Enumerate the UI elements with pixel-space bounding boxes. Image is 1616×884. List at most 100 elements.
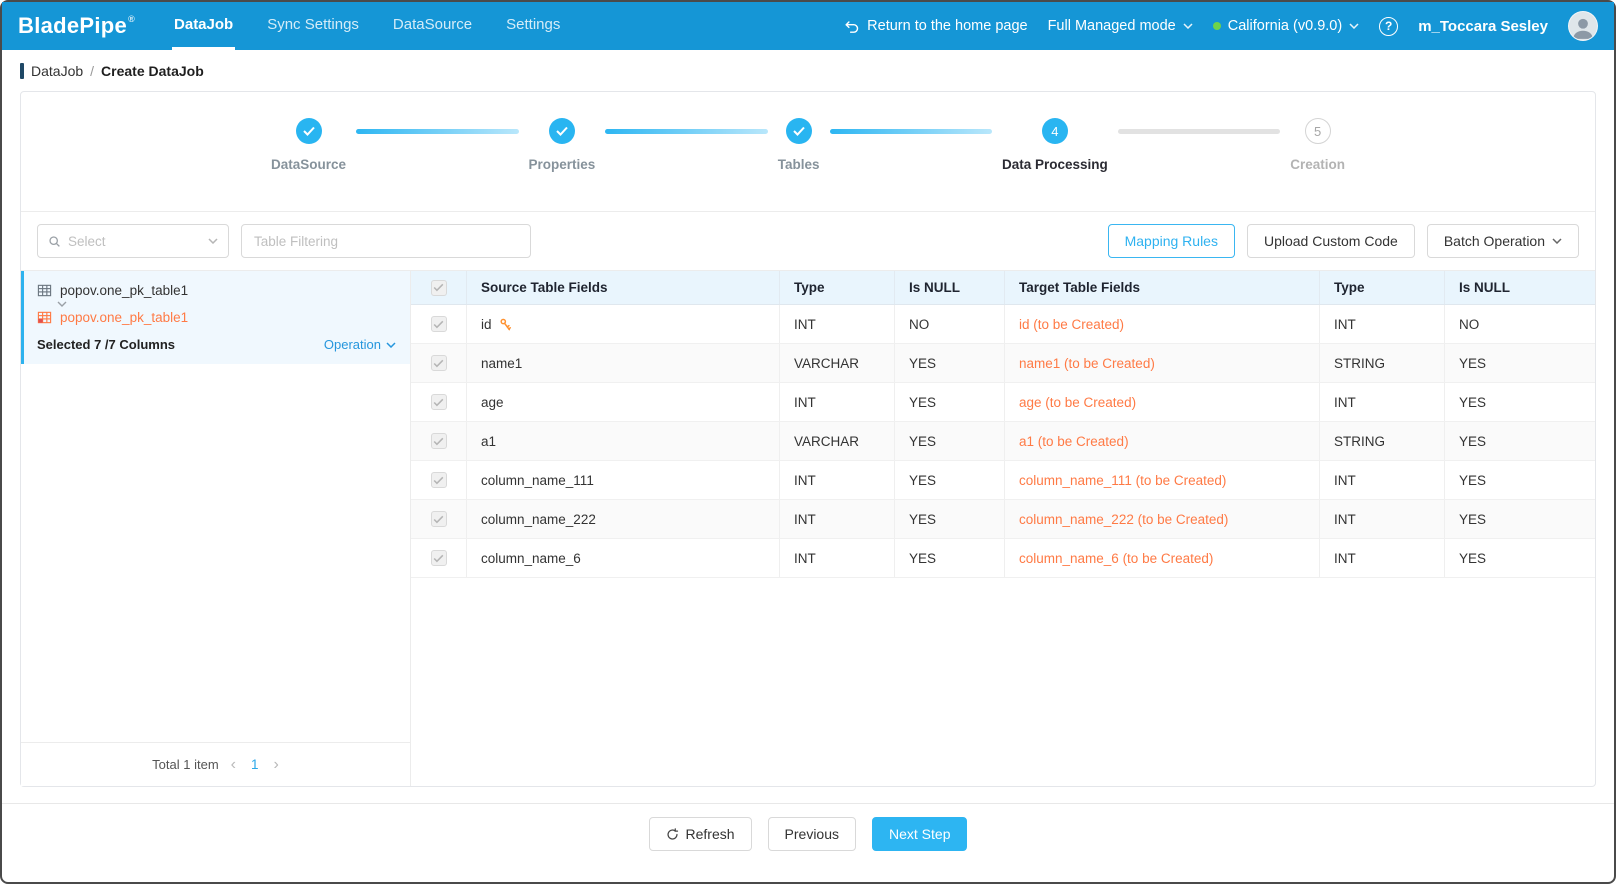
region-label: California (v0.9.0) (1228, 18, 1342, 34)
source-field-name: column_name_111 (481, 473, 594, 488)
wizard-footer: Refresh Previous Next Step (2, 804, 1614, 864)
row-checkbox[interactable] (431, 433, 447, 449)
pagination-next-icon[interactable]: › (274, 757, 279, 773)
region-dropdown[interactable]: California (v0.9.0) (1213, 18, 1359, 34)
return-icon (844, 19, 860, 34)
step-connector (356, 129, 518, 134)
target-field-isnull: YES (1445, 461, 1595, 499)
username[interactable]: m_Toccara Sesley (1418, 18, 1548, 35)
refresh-icon (666, 828, 679, 841)
step-connector (1118, 129, 1280, 134)
brand-logo[interactable]: BladePipe® (18, 13, 134, 39)
target-field-isnull: NO (1445, 305, 1595, 343)
table-row: column_name_6 INT YES column_name_6 (to … (411, 539, 1595, 578)
table-toolbar: Select Mapping Rules Upload Custom Code … (21, 212, 1595, 270)
source-field-name: column_name_222 (481, 512, 596, 527)
header-source-fields: Source Table Fields (467, 271, 780, 304)
table-filtering-input[interactable] (241, 224, 531, 258)
header-target-fields: Target Table Fields (1005, 271, 1320, 304)
row-checkbox[interactable] (431, 394, 447, 410)
help-icon[interactable]: ? (1379, 17, 1398, 36)
upload-custom-code-label: Upload Custom Code (1264, 233, 1398, 249)
source-field-type: INT (780, 461, 895, 499)
table-row: column_name_111 INT YES column_name_111 … (411, 461, 1595, 500)
table-row: column_name_222 INT YES column_name_222 … (411, 500, 1595, 539)
target-field-name: column_name_222 (to be Created) (1005, 500, 1320, 538)
batch-operation-label: Batch Operation (1444, 233, 1545, 249)
row-checkbox[interactable] (431, 511, 447, 527)
header-target-type: Type (1320, 271, 1445, 304)
breadcrumb: DataJob / Create DataJob (2, 50, 1614, 91)
step-connector (605, 129, 767, 134)
chevron-down-icon (1552, 238, 1562, 244)
step-connector (830, 129, 992, 134)
source-field-name: age (481, 395, 504, 410)
nav-item-datajob[interactable]: DataJob (172, 2, 235, 50)
breadcrumb-current: Create DataJob (101, 63, 204, 79)
row-checkbox[interactable] (431, 550, 447, 566)
pagination-page-1[interactable]: 1 (248, 757, 262, 772)
return-home-link[interactable]: Return to the home page (844, 18, 1027, 34)
target-field-type: INT (1320, 383, 1445, 421)
pagination-prev-icon[interactable]: ‹ (231, 757, 236, 773)
upload-custom-code-button[interactable]: Upload Custom Code (1247, 224, 1415, 258)
table-header-row: Source Table Fields Type Is NULL Target … (411, 271, 1595, 305)
source-field-isnull: YES (895, 344, 1005, 382)
target-field-name: age (to be Created) (1005, 383, 1320, 421)
header-target-isnull: Is NULL (1445, 271, 1595, 304)
person-icon (1570, 14, 1596, 40)
avatar[interactable] (1568, 11, 1598, 41)
table-list-item[interactable]: popov.one_pk_table1 popov.one_pk_table1 … (21, 271, 410, 364)
source-field-name: a1 (481, 434, 496, 449)
target-table-name: popov.one_pk_table1 (60, 310, 188, 325)
step-label: Tables (778, 157, 820, 172)
mapping-rules-button[interactable]: Mapping Rules (1108, 224, 1235, 258)
batch-operation-button[interactable]: Batch Operation (1427, 224, 1579, 258)
step-label: Properties (529, 157, 596, 172)
filter-type-select[interactable]: Select (37, 224, 229, 258)
target-field-name: name1 (to be Created) (1005, 344, 1320, 382)
step-properties: Properties (529, 118, 596, 172)
step-tables: Tables (778, 118, 820, 172)
nav-item-sync-settings[interactable]: Sync Settings (265, 2, 361, 50)
target-field-isnull: YES (1445, 539, 1595, 577)
step-creation: 5 Creation (1290, 118, 1345, 172)
table-icon (37, 283, 52, 298)
target-field-type: INT (1320, 539, 1445, 577)
registered-mark-icon: ® (128, 14, 135, 24)
operation-label: Operation (324, 337, 381, 352)
refresh-label: Refresh (686, 826, 735, 842)
step-data-processing: 4 Data Processing (1002, 118, 1108, 172)
chevron-down-icon (208, 238, 218, 244)
refresh-button[interactable]: Refresh (649, 817, 752, 851)
target-field-type: STRING (1320, 422, 1445, 460)
operation-dropdown[interactable]: Operation (324, 337, 396, 352)
step-number: 4 (1042, 118, 1068, 144)
next-step-button[interactable]: Next Step (872, 817, 967, 851)
chevron-down-icon (57, 301, 67, 307)
source-field-type: INT (780, 305, 895, 343)
row-checkbox[interactable] (431, 472, 447, 488)
breadcrumb-datajob[interactable]: DataJob (31, 63, 83, 79)
target-field-type: INT (1320, 305, 1445, 343)
row-checkbox[interactable] (431, 355, 447, 371)
brand-text: BladePipe (18, 13, 127, 38)
nav-item-settings[interactable]: Settings (504, 2, 562, 50)
return-home-label: Return to the home page (867, 18, 1027, 34)
managed-mode-dropdown[interactable]: Full Managed mode (1048, 18, 1193, 34)
previous-button[interactable]: Previous (768, 817, 856, 851)
source-field-type: VARCHAR (780, 422, 895, 460)
top-navbar: BladePipe® DataJob Sync Settings DataSou… (2, 2, 1614, 50)
source-field-isnull: NO (895, 305, 1005, 343)
main-nav: DataJob Sync Settings DataSource Setting… (172, 2, 592, 50)
source-field-name: id (481, 317, 492, 332)
breadcrumb-separator: / (90, 63, 94, 79)
nav-item-datasource[interactable]: DataSource (391, 2, 474, 50)
header-source-isnull: Is NULL (895, 271, 1005, 304)
chevron-down-icon (1183, 23, 1193, 29)
header-checkbox[interactable] (431, 280, 447, 296)
table-body: id INT NO id (to be Created) INT NO name… (411, 305, 1595, 578)
row-checkbox[interactable] (431, 316, 447, 332)
header-source-type: Type (780, 271, 895, 304)
source-field-type: INT (780, 539, 895, 577)
